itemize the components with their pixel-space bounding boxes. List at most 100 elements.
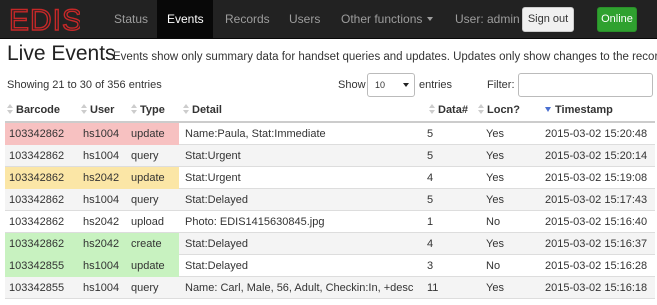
cell-locn: No bbox=[486, 216, 501, 228]
sort-descending-icon bbox=[545, 107, 551, 112]
cell-detail: Stat:Delayed bbox=[185, 260, 248, 272]
page-size-value: 10 bbox=[375, 80, 386, 90]
table-row[interactable]: 103342862 hs1004 update Name:Paula, Stat… bbox=[5, 123, 655, 145]
cell-detail: Photo: EDIS1415630845.jpg bbox=[185, 216, 325, 228]
cell-barcode: 103342862 bbox=[9, 238, 65, 250]
cell-data: 5 bbox=[427, 150, 434, 162]
cell-locn: Yes bbox=[486, 238, 504, 250]
cell-user: hs1004 bbox=[83, 260, 120, 272]
table-row[interactable]: 103342862 hs1004 query Stat:Delayed 5 Ye… bbox=[5, 189, 655, 211]
column-header-label: Type bbox=[140, 104, 165, 116]
cell-type: query bbox=[131, 150, 159, 162]
table-row[interactable]: 103342855 hs1004 update Stat:Delayed 3 N… bbox=[5, 255, 655, 277]
cell-data: 1 bbox=[427, 216, 434, 228]
cell-locn: Yes bbox=[486, 150, 504, 162]
column-header-detail[interactable]: Detail bbox=[183, 100, 222, 120]
brand-text: EDIS bbox=[9, 4, 80, 34]
cell-user: hs2042 bbox=[83, 172, 120, 184]
current-user-label: User: admin bbox=[455, 12, 520, 26]
column-header-label: Locn? bbox=[487, 104, 520, 116]
sort-icon bbox=[429, 104, 435, 114]
cell-timestamp: 2015-03-02 15:19:08 bbox=[545, 172, 648, 184]
cell-data: 3 bbox=[427, 260, 434, 272]
cell-user: hs1004 bbox=[83, 194, 120, 206]
sort-icon bbox=[478, 104, 484, 114]
cell-timestamp: 2015-03-02 15:20:14 bbox=[545, 150, 648, 162]
table-row[interactable]: 103342862 hs1004 query Stat:Urgent 5 Yes… bbox=[5, 145, 655, 167]
cell-barcode: 103342855 bbox=[9, 282, 65, 294]
page-size-select[interactable]: 10 bbox=[367, 73, 415, 97]
cell-barcode: 103342862 bbox=[9, 194, 65, 206]
cell-detail: Name:Paula, Stat:Immediate bbox=[185, 128, 326, 140]
sort-icon bbox=[131, 104, 137, 114]
cell-type: update bbox=[131, 260, 165, 272]
cell-data: 11 bbox=[427, 282, 439, 294]
cell-barcode: 103342862 bbox=[9, 150, 65, 162]
cell-detail: Name: Carl, Male, 56, Adult, Checkin:In,… bbox=[185, 282, 414, 294]
cell-locn: Yes bbox=[486, 128, 504, 140]
cell-user: hs1004 bbox=[83, 282, 120, 294]
cell-type: update bbox=[131, 128, 165, 140]
cell-timestamp: 2015-03-02 15:17:43 bbox=[545, 194, 648, 206]
cell-data: 4 bbox=[427, 238, 434, 250]
table-row[interactable]: 103342862 hs2042 create Stat:Delayed 4 Y… bbox=[5, 233, 655, 255]
cell-type: query bbox=[131, 282, 159, 294]
cell-locn: No bbox=[486, 260, 501, 272]
cell-user: hs1004 bbox=[83, 150, 120, 162]
cell-type: query bbox=[131, 194, 159, 206]
nav-other-functions-label: Other functions bbox=[341, 12, 423, 26]
table-row[interactable]: 103342862 hs2042 update Stat:Urgent 4 Ye… bbox=[5, 167, 655, 189]
nav-other-functions[interactable]: Other functions bbox=[331, 0, 443, 39]
cell-detail: Stat:Urgent bbox=[185, 150, 241, 162]
column-header-label: Barcode bbox=[16, 104, 61, 116]
sort-icon bbox=[183, 104, 189, 114]
cell-data: 4 bbox=[427, 172, 434, 184]
cell-timestamp: 2015-03-02 15:16:28 bbox=[545, 260, 648, 272]
cell-barcode: 103342862 bbox=[9, 128, 65, 140]
column-header-label: Timestamp bbox=[555, 104, 613, 116]
page-description: Events show only summary data for handse… bbox=[113, 51, 657, 63]
edis-logo[interactable]: EDIS bbox=[9, 4, 80, 34]
cell-locn: Yes bbox=[486, 194, 504, 206]
cell-data: 5 bbox=[427, 194, 434, 206]
column-header-timestamp[interactable]: Timestamp bbox=[545, 100, 613, 120]
cell-timestamp: 2015-03-02 15:16:37 bbox=[545, 238, 648, 250]
sort-icon bbox=[81, 104, 87, 114]
table-row[interactable]: 103342862 hs2042 upload Photo: EDIS14156… bbox=[5, 211, 655, 233]
filter-input[interactable] bbox=[518, 73, 653, 97]
column-header-barcode[interactable]: Barcode bbox=[7, 100, 60, 120]
column-header-label: Detail bbox=[192, 104, 222, 116]
sort-icon bbox=[7, 104, 13, 114]
column-header-label: Data# bbox=[438, 104, 468, 116]
column-header-user[interactable]: User bbox=[81, 100, 114, 120]
cell-user: hs1004 bbox=[83, 128, 120, 140]
chevron-down-icon bbox=[427, 16, 434, 21]
top-navbar: EDIS Status Events Records Users Other f… bbox=[0, 0, 657, 39]
cell-barcode: 103342855 bbox=[9, 260, 65, 272]
nav-events[interactable]: Events bbox=[157, 0, 213, 39]
events-table-body: 103342862 hs1004 update Name:Paula, Stat… bbox=[5, 123, 655, 299]
nav-records[interactable]: Records bbox=[215, 0, 280, 39]
filter-label: Filter: bbox=[487, 79, 515, 91]
online-status-button[interactable]: Online bbox=[597, 7, 637, 32]
nav-users[interactable]: Users bbox=[279, 0, 330, 39]
cell-timestamp: 2015-03-02 15:16:18 bbox=[545, 282, 648, 294]
column-header-locn[interactable]: Locn? bbox=[478, 100, 520, 120]
cell-user: hs2042 bbox=[83, 238, 120, 250]
cell-locn: Yes bbox=[486, 282, 504, 294]
cell-detail: Stat:Delayed bbox=[185, 238, 248, 250]
cell-detail: Stat:Delayed bbox=[185, 194, 248, 206]
cell-type: create bbox=[131, 238, 162, 250]
sign-out-button[interactable]: Sign out bbox=[522, 7, 574, 32]
show-label: Show bbox=[338, 79, 366, 91]
cell-data: 5 bbox=[427, 128, 434, 140]
select-arrow-icon bbox=[403, 83, 409, 87]
cell-barcode: 103342862 bbox=[9, 172, 65, 184]
column-header-type[interactable]: Type bbox=[131, 100, 165, 120]
column-header-label: User bbox=[90, 104, 115, 116]
table-row[interactable]: 103342855 hs1004 query Name: Carl, Male,… bbox=[5, 277, 655, 299]
column-header-data[interactable]: Data# bbox=[429, 100, 468, 120]
nav-status[interactable]: Status bbox=[104, 0, 158, 39]
cell-user: hs2042 bbox=[83, 216, 120, 228]
cell-barcode: 103342862 bbox=[9, 216, 65, 228]
